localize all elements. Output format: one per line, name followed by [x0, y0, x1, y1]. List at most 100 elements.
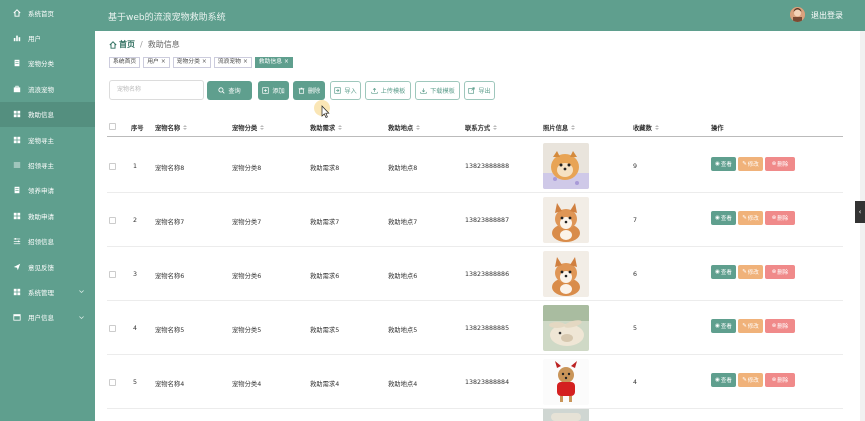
cell-needs: 救助需求5	[310, 327, 340, 334]
sidebar-item-rescue-apply[interactable]: 救助申请	[0, 203, 95, 228]
cell-favorites: 9	[633, 163, 638, 170]
eye-icon: ◉	[715, 269, 720, 275]
breadcrumb-home[interactable]: 首页	[109, 39, 135, 50]
cell-location: 救助地点7	[388, 219, 418, 226]
sidebar-item-user-info[interactable]: 用户信息	[0, 305, 95, 330]
close-icon[interactable]: ×	[243, 58, 248, 67]
delete-row-button[interactable]: ⊗ 删除	[765, 319, 795, 333]
view-button[interactable]: ◉ 查看	[711, 373, 736, 387]
upload-template-button[interactable]: 上传模板	[365, 81, 411, 100]
delete-button[interactable]: 删除	[293, 81, 325, 100]
edit-button[interactable]: ✎ 修改	[738, 265, 763, 279]
edit-button[interactable]: ✎ 修改	[738, 211, 763, 225]
download-template-button[interactable]: 下载模板	[415, 81, 460, 100]
send-icon	[13, 263, 21, 271]
close-icon[interactable]: ×	[284, 58, 289, 67]
export-button[interactable]: 导出	[464, 81, 495, 100]
view-button[interactable]: ◉ 查看	[711, 265, 736, 279]
row-checkbox[interactable]	[109, 163, 116, 170]
row-checkbox[interactable]	[109, 271, 116, 278]
row-checkbox[interactable]	[109, 217, 116, 224]
sort-icon[interactable]	[571, 124, 576, 131]
sidebar-item-label: 宠物寻主	[28, 136, 54, 145]
list-icon	[13, 161, 21, 169]
view-button[interactable]: ◉ 查看	[711, 157, 736, 171]
view-button[interactable]: ◉ 查看	[711, 319, 736, 333]
avatar[interactable]	[790, 7, 805, 22]
row-checkbox[interactable]	[109, 379, 116, 386]
sidebar-item-rescue-info[interactable]: 救助信息	[0, 101, 95, 127]
close-icon[interactable]: ×	[161, 58, 166, 67]
grid-icon	[13, 288, 21, 296]
col-image[interactable]: 照片信息	[543, 123, 576, 132]
sidebar-item-claim-info[interactable]: 招领信息	[0, 229, 95, 254]
tag-pet-category[interactable]: 宠物分类 ×	[172, 57, 211, 68]
sidebar-item-adoption-apply[interactable]: 领养申请	[0, 178, 95, 203]
pet-image	[543, 409, 589, 421]
edit-button[interactable]: ✎ 修改	[738, 373, 763, 387]
sidebar-item-claim-finder[interactable]: 招领寻主	[0, 152, 95, 177]
sort-icon[interactable]	[493, 124, 498, 131]
home-icon	[109, 40, 117, 49]
chevron-left-icon[interactable]: ‹	[855, 201, 865, 223]
table-row: 4 宠物名称5 宠物分类5 救助需求5 救助地点5 13823888885 5 …	[107, 301, 843, 355]
query-button[interactable]: 查询	[207, 81, 252, 100]
close-icon[interactable]: ×	[202, 58, 207, 67]
tag-home[interactable]: 系统首页	[109, 57, 141, 68]
edit-button[interactable]: ✎ 修改	[738, 157, 763, 171]
sidebar-item-label: 招领信息	[28, 238, 54, 247]
chart-icon	[13, 34, 21, 42]
scrollbar[interactable]	[860, 31, 865, 421]
table-row: 2 宠物名称7 宠物分类7 救助需求7 救助地点7 13823888887 7 …	[107, 193, 843, 247]
tag-label: 宠物分类	[176, 59, 200, 65]
search-input[interactable]: 宠物名称	[109, 80, 204, 100]
trash-icon: ⊗	[771, 377, 777, 383]
view-button[interactable]: ◉ 查看	[711, 211, 736, 225]
tag-users[interactable]: 用户 ×	[143, 57, 170, 68]
query-label: 查询	[228, 88, 241, 95]
sidebar-item-label: 领养申请	[28, 187, 54, 196]
row-checkbox[interactable]	[109, 325, 116, 332]
delete-row-button[interactable]: ⊗ 删除	[765, 265, 795, 279]
doc-icon	[13, 59, 21, 67]
sidebar-item-stray-pets[interactable]: 流浪宠物	[0, 76, 95, 101]
grid-icon	[13, 110, 21, 118]
cell-category: 宠物分类8	[232, 165, 262, 172]
sort-icon[interactable]	[338, 124, 343, 131]
sidebar-item-feedback[interactable]: 意见反馈	[0, 254, 95, 279]
cell-index: 2	[133, 217, 138, 224]
import-label: 导入	[344, 88, 357, 95]
col-favorites[interactable]: 收藏数	[633, 123, 659, 132]
tag-stray-pets[interactable]: 流浪宠物 ×	[213, 57, 252, 68]
sort-icon[interactable]	[183, 124, 188, 131]
select-all-checkbox[interactable]	[109, 123, 116, 130]
tag-rescue-info[interactable]: 救助信息 ×	[254, 57, 293, 68]
pet-image	[543, 143, 589, 189]
edit-icon: ✎	[742, 161, 747, 167]
col-name[interactable]: 宠物名称	[155, 123, 188, 132]
import-button[interactable]: 导入	[330, 81, 361, 100]
col-location[interactable]: 救助地点	[388, 123, 421, 132]
cell-favorites: 4	[633, 379, 638, 386]
sidebar-item-users[interactable]: 用户	[0, 25, 95, 50]
logout-button[interactable]: 退出登录	[811, 10, 843, 21]
edit-icon: ✎	[742, 377, 747, 383]
add-button[interactable]: 添加	[258, 81, 289, 100]
delete-row-button[interactable]: ⊗ 删除	[765, 373, 795, 387]
col-contact[interactable]: 联系方式	[465, 123, 498, 132]
sidebar-item-home[interactable]: 系统首页	[0, 0, 95, 25]
delete-row-button[interactable]: ⊗ 删除	[765, 211, 795, 225]
sidebar-item-pet-finder[interactable]: 宠物寻主	[0, 127, 95, 152]
delete-row-button[interactable]: ⊗ 删除	[765, 157, 795, 171]
sidebar-item-system-admin[interactable]: 系统管理	[0, 279, 95, 304]
col-category[interactable]: 宠物分类	[232, 123, 265, 132]
sort-icon[interactable]	[416, 124, 421, 131]
delete-label: 删除	[307, 88, 321, 95]
edit-button[interactable]: ✎ 修改	[738, 319, 763, 333]
cell-name: 宠物名称8	[155, 165, 185, 172]
breadcrumb-current: 救助信息	[147, 40, 180, 49]
sort-icon[interactable]	[260, 124, 265, 131]
col-needs[interactable]: 救助需求	[310, 123, 343, 132]
sort-icon[interactable]	[654, 124, 659, 131]
sidebar-item-pet-category[interactable]: 宠物分类	[0, 51, 95, 76]
